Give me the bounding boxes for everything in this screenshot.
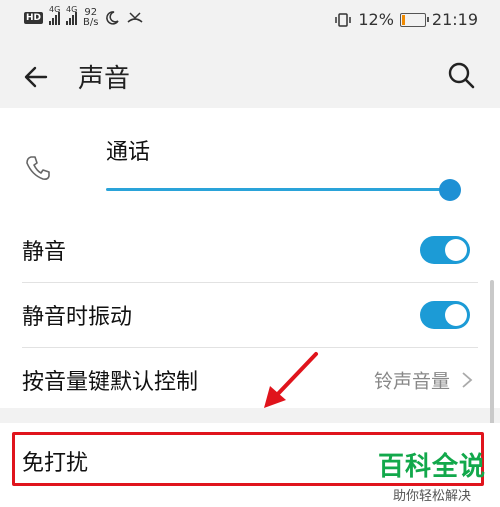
battery-icon — [399, 12, 429, 27]
volume-key-default-row[interactable]: 按音量键默认控制 铃声音量 — [0, 348, 500, 412]
back-arrow-icon[interactable] — [22, 62, 52, 92]
mute-toggle[interactable] — [420, 236, 470, 264]
settings-card: 通话 静音 静音时振动 按音量键默认控制 铃声音量 — [0, 108, 500, 408]
search-icon[interactable] — [446, 60, 476, 90]
mute-row[interactable]: 静音 — [0, 218, 500, 282]
signal-icon-2: 4G — [66, 5, 77, 25]
call-volume-label: 通话 — [106, 140, 151, 165]
watermark-sub: 助你轻松解决 — [392, 489, 471, 504]
status-left: HD 4G 4G 92 B/s — [24, 5, 144, 28]
moon-icon — [106, 11, 120, 25]
vibrate-on-mute-row[interactable]: 静音时振动 — [0, 283, 500, 347]
vibrate-icon — [335, 12, 352, 27]
mute-label: 静音 — [22, 240, 67, 265]
speed-unit: B/s — [83, 17, 99, 28]
vibrate-on-mute-label: 静音时振动 — [22, 305, 133, 330]
missed-call-icon — [127, 12, 143, 23]
volume-key-default-label: 按音量键默认控制 — [22, 370, 199, 395]
call-volume-slider-thumb[interactable] — [439, 179, 461, 201]
signal-icon: 4G — [49, 5, 60, 25]
vibrate-on-mute-toggle[interactable] — [420, 301, 470, 329]
phone-icon — [26, 156, 50, 180]
hd-badge: HD — [24, 12, 44, 24]
network-type-label: 4G — [49, 5, 61, 14]
chevron-right-icon — [462, 372, 473, 388]
watermark-logo: 百科全说 助你轻松解决 — [374, 446, 490, 504]
status-right: 12% 21:19 — [334, 10, 478, 29]
annotation-arrow-icon — [264, 352, 318, 408]
volume-key-default-value: 铃声音量 — [373, 370, 450, 393]
battery-percent: 12% — [358, 10, 394, 29]
page-title: 声音 — [78, 64, 131, 94]
call-volume-slider[interactable] — [106, 188, 450, 191]
watermark-main: 百科全说 — [377, 452, 486, 482]
scrollbar[interactable] — [490, 280, 494, 430]
clock: 21:19 — [431, 10, 478, 29]
network-speed: 92 B/s — [83, 8, 98, 28]
status-bar: HD 4G 4G 92 B/s 12% 21:19 — [0, 0, 500, 40]
title-bar: 声音 — [0, 40, 500, 108]
network-type-label-2: 4G — [66, 5, 78, 14]
